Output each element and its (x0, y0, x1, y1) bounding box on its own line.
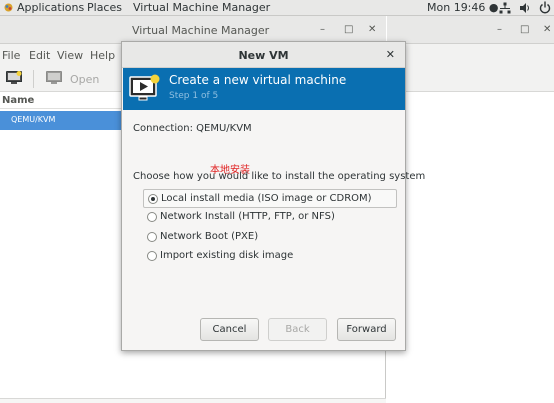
option-local-install[interactable]: Local install media (ISO image or CDROM) (143, 189, 397, 208)
applications-menu[interactable]: Applications (17, 1, 84, 14)
secondary-minimize-button[interactable]: – (497, 25, 502, 35)
menu-edit[interactable]: Edit (29, 49, 50, 62)
new-vm-dialog: New VM ✕ Create a new virtual machine St… (121, 41, 425, 351)
dialog-close-button[interactable]: ✕ (386, 48, 395, 61)
radio-network-boot[interactable] (147, 232, 157, 242)
step-indicator: Step 1 of 5 (169, 91, 219, 101)
menu-view[interactable]: View (57, 49, 83, 62)
option-import-disk[interactable]: Import existing disk image (143, 247, 397, 266)
active-app-menu[interactable]: Virtual Machine Manager (133, 1, 270, 14)
secondary-window-toolbar (387, 44, 554, 92)
menu-help[interactable]: Help (90, 49, 115, 62)
radio-import-disk[interactable] (147, 251, 157, 261)
secondary-window: – □ ✕ (387, 16, 554, 403)
option-label: Network Install (HTTP, FTP, or NFS) (160, 211, 335, 222)
vm-manager-title: Virtual Machine Manager (132, 24, 270, 37)
close-button[interactable]: ✕ (368, 25, 376, 35)
radio-selected-dot (151, 197, 155, 201)
wizard-banner: Create a new virtual machine Step 1 of 5 (123, 68, 405, 110)
forward-button[interactable]: Forward (337, 318, 396, 341)
option-label: Local install media (ISO image or CDROM) (161, 193, 372, 204)
top-panel: Applications Places Virtual Machine Mana… (0, 0, 554, 16)
network-icon[interactable] (499, 2, 511, 14)
back-button[interactable]: Back (268, 318, 327, 341)
option-label: Import existing disk image (160, 250, 294, 261)
applications-icon (4, 3, 13, 12)
radio-network-install[interactable] (147, 212, 157, 222)
option-network-install[interactable]: Network Install (HTTP, FTP, or NFS) (143, 208, 397, 227)
status-area (0, 398, 386, 403)
toolbar-separator (33, 70, 34, 88)
cancel-button[interactable]: Cancel (200, 318, 259, 341)
dialog-titlebar: New VM ✕ (122, 42, 405, 68)
new-vm-icon[interactable] (6, 71, 22, 84)
option-network-boot[interactable]: Network Boot (PXE) (143, 228, 397, 247)
radio-local-install[interactable] (148, 194, 158, 204)
connection-row-label: QEMU/KVM (11, 115, 56, 124)
banner-title: Create a new virtual machine (169, 73, 347, 87)
maximize-button[interactable]: □ (344, 25, 353, 35)
secondary-window-titlebar: – □ ✕ (387, 16, 554, 44)
column-header-label: Name (2, 95, 35, 106)
power-icon[interactable] (539, 1, 551, 14)
install-method-prompt: Choose how you would like to install the… (133, 171, 426, 182)
menu-file[interactable]: File (2, 49, 20, 62)
volume-icon[interactable] (519, 2, 531, 14)
open-button-label[interactable]: Open (70, 73, 99, 86)
option-label: Network Boot (PXE) (160, 231, 259, 242)
open-vm-icon[interactable] (46, 71, 62, 84)
places-menu[interactable]: Places (87, 1, 122, 14)
vm-manager-titlebar: Virtual Machine Manager – □ ✕ (0, 16, 386, 44)
connection-row[interactable]: QEMU/KVM (0, 111, 122, 130)
dialog-title: New VM (238, 49, 289, 62)
minimize-button[interactable]: – (320, 25, 325, 35)
connection-label: Connection: QEMU/KVM (133, 123, 252, 134)
clock[interactable]: Mon 19:46 ● (427, 1, 498, 14)
secondary-maximize-button[interactable]: □ (520, 25, 529, 35)
new-vm-icon (129, 74, 160, 101)
secondary-close-button[interactable]: ✕ (543, 25, 551, 35)
